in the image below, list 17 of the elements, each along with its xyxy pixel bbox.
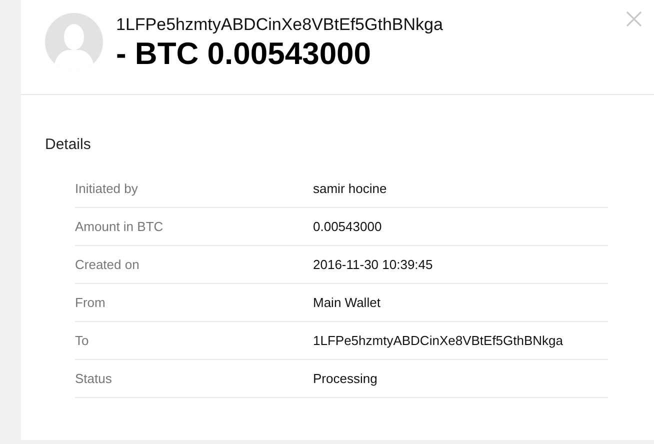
field-value: samir hocine <box>313 181 387 196</box>
field-label: From <box>75 295 106 310</box>
field-value: 0.00543000 <box>313 219 382 234</box>
field-label: Initiated by <box>75 181 139 196</box>
field-value: 1LFPe5hzmtyABDCinXe8VBtEf5GthBNkga <box>313 333 564 348</box>
field-value: 2016-11-30 10:39:45 <box>313 257 433 272</box>
field-label: Amount in BTC <box>75 219 164 234</box>
field-label: Status <box>75 371 113 386</box>
wallet-address: 1LFPe5hzmtyABDCinXe8VBtEf5GthBNkga <box>116 14 444 36</box>
field-label: To <box>75 333 90 348</box>
avatar-icon <box>45 13 103 71</box>
close-icon[interactable] <box>626 11 642 27</box>
field-value: Processing <box>313 371 378 386</box>
field-label: Created on <box>75 257 140 272</box>
field-value: Main Wallet <box>313 295 380 310</box>
section-title: Details <box>45 135 92 155</box>
transaction-amount: - BTC 0.00543000 <box>116 36 372 72</box>
